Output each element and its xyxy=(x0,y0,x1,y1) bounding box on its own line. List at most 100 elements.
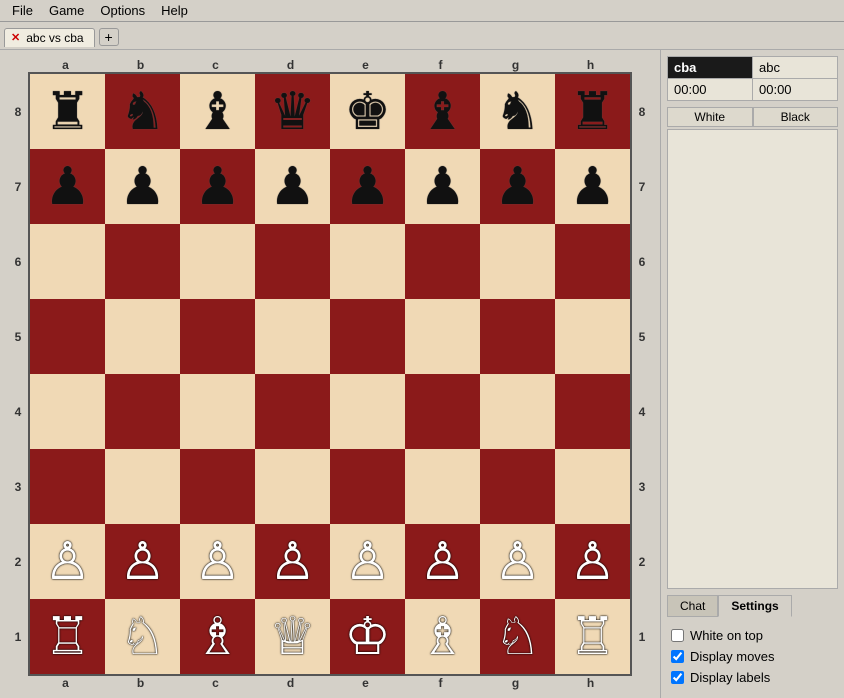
square[interactable]: ♜ xyxy=(555,74,630,149)
rank-5-right: 5 xyxy=(632,299,652,374)
square[interactable] xyxy=(30,299,105,374)
square[interactable]: ♞ xyxy=(105,74,180,149)
square[interactable] xyxy=(255,374,330,449)
square[interactable]: ♟ xyxy=(555,149,630,224)
square[interactable]: ♟ xyxy=(405,149,480,224)
square[interactable]: ♙ xyxy=(480,524,555,599)
new-tab-button[interactable]: + xyxy=(99,28,119,46)
square[interactable] xyxy=(255,224,330,299)
square[interactable] xyxy=(480,299,555,374)
panel-tabs: Chat Settings xyxy=(667,595,838,617)
square[interactable] xyxy=(105,449,180,524)
file-label-a-top: a xyxy=(28,58,103,72)
square[interactable] xyxy=(330,449,405,524)
file-label-h-top: h xyxy=(553,58,628,72)
square[interactable]: ♗ xyxy=(405,599,480,674)
square[interactable] xyxy=(405,299,480,374)
square[interactable]: ♙ xyxy=(105,524,180,599)
rank-labels-left: 8 7 6 5 4 3 2 1 xyxy=(8,74,28,674)
square[interactable] xyxy=(255,299,330,374)
square[interactable]: ♟ xyxy=(30,149,105,224)
rank-6-right: 6 xyxy=(632,224,652,299)
square[interactable]: ♟ xyxy=(255,149,330,224)
file-label-f-bottom: f xyxy=(403,676,478,690)
chess-board[interactable]: ♜♞♝♛♚♝♞♜♟♟♟♟♟♟♟♟♙♙♙♙♙♙♙♙♖♘♗♕♔♗♘♖ xyxy=(28,72,632,676)
menu-file[interactable]: File xyxy=(4,1,41,20)
square[interactable] xyxy=(105,299,180,374)
square[interactable]: ♟ xyxy=(480,149,555,224)
square[interactable]: ♘ xyxy=(105,599,180,674)
square[interactable] xyxy=(105,224,180,299)
rank-8-right: 8 xyxy=(632,74,652,149)
square[interactable] xyxy=(105,374,180,449)
black-col-header: Black xyxy=(753,107,839,127)
square[interactable] xyxy=(255,449,330,524)
square[interactable] xyxy=(555,449,630,524)
square[interactable] xyxy=(180,299,255,374)
settings-tab[interactable]: Settings xyxy=(718,595,791,617)
tab-label: abc vs cba xyxy=(26,31,83,45)
square[interactable] xyxy=(180,374,255,449)
square[interactable] xyxy=(30,374,105,449)
square[interactable]: ♞ xyxy=(480,74,555,149)
player-table: cba abc 00:00 00:00 xyxy=(667,56,838,101)
rank-3-left: 3 xyxy=(8,449,28,524)
square[interactable] xyxy=(330,224,405,299)
board-with-labels: a b c d e f g h 8 7 6 5 4 3 2 1 xyxy=(8,58,652,690)
square[interactable]: ♕ xyxy=(255,599,330,674)
square[interactable]: ♖ xyxy=(30,599,105,674)
square[interactable]: ♘ xyxy=(480,599,555,674)
square[interactable] xyxy=(180,224,255,299)
square[interactable] xyxy=(555,374,630,449)
white-on-top-checkbox[interactable] xyxy=(671,629,684,642)
chat-tab[interactable]: Chat xyxy=(667,595,718,617)
square[interactable] xyxy=(405,374,480,449)
menu-help[interactable]: Help xyxy=(153,1,196,20)
square[interactable] xyxy=(555,299,630,374)
square[interactable]: ♙ xyxy=(180,524,255,599)
tab-close-icon[interactable]: ✕ xyxy=(11,31,20,44)
file-label-e-bottom: e xyxy=(328,676,403,690)
square[interactable] xyxy=(330,374,405,449)
square[interactable] xyxy=(480,374,555,449)
display-moves-checkbox[interactable] xyxy=(671,650,684,663)
square[interactable]: ♜ xyxy=(30,74,105,149)
board-main-row: 8 7 6 5 4 3 2 1 ♜♞♝♛♚♝♞♜♟♟♟♟♟♟♟♟♙♙♙♙♙♙♙♙… xyxy=(8,72,652,676)
square[interactable] xyxy=(405,449,480,524)
square[interactable]: ♝ xyxy=(405,74,480,149)
menu-options[interactable]: Options xyxy=(92,1,153,20)
square[interactable] xyxy=(330,299,405,374)
square[interactable]: ♝ xyxy=(180,74,255,149)
square[interactable]: ♚ xyxy=(330,74,405,149)
square[interactable] xyxy=(180,449,255,524)
rank-1-left: 1 xyxy=(8,599,28,674)
square[interactable]: ♙ xyxy=(255,524,330,599)
square[interactable]: ♙ xyxy=(330,524,405,599)
file-label-g-bottom: g xyxy=(478,676,553,690)
square[interactable] xyxy=(480,449,555,524)
square[interactable]: ♖ xyxy=(555,599,630,674)
square[interactable] xyxy=(405,224,480,299)
file-label-c-top: c xyxy=(178,58,253,72)
square[interactable]: ♔ xyxy=(330,599,405,674)
square[interactable]: ♟ xyxy=(105,149,180,224)
square[interactable]: ♟ xyxy=(180,149,255,224)
rank-5-left: 5 xyxy=(8,299,28,374)
square[interactable] xyxy=(30,224,105,299)
right-panel: cba abc 00:00 00:00 White Black Chat Set… xyxy=(660,50,844,698)
square[interactable]: ♟ xyxy=(330,149,405,224)
square[interactable]: ♛ xyxy=(255,74,330,149)
game-tab[interactable]: ✕ abc vs cba xyxy=(4,28,95,47)
square[interactable]: ♗ xyxy=(180,599,255,674)
square[interactable] xyxy=(480,224,555,299)
display-labels-label: Display labels xyxy=(690,670,770,685)
rank-7-left: 7 xyxy=(8,149,28,224)
square[interactable]: ♙ xyxy=(405,524,480,599)
display-labels-checkbox[interactable] xyxy=(671,671,684,684)
square[interactable] xyxy=(555,224,630,299)
square[interactable]: ♙ xyxy=(30,524,105,599)
menu-game[interactable]: Game xyxy=(41,1,92,20)
moves-area[interactable] xyxy=(667,129,838,589)
square[interactable]: ♙ xyxy=(555,524,630,599)
square[interactable] xyxy=(30,449,105,524)
